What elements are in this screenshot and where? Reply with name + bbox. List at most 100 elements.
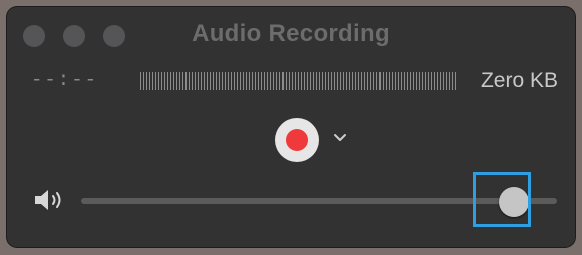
level-meter-tick (294, 72, 296, 90)
level-meter-tick (437, 72, 439, 90)
level-meter-tick (140, 72, 142, 90)
level-meter-tick (449, 72, 451, 90)
level-meter-tick (406, 72, 408, 90)
level-meter-tick (173, 72, 175, 90)
level-meter-tick (358, 72, 360, 90)
level-meter-tick (385, 72, 387, 90)
level-meter-tick (379, 72, 381, 90)
record-button[interactable] (275, 118, 319, 162)
level-meter-tick (361, 72, 363, 90)
level-meter-tick (440, 72, 442, 90)
level-meter-tick (443, 72, 445, 90)
level-meter-tick (364, 72, 366, 90)
level-meter-tick (170, 72, 172, 90)
level-meter-tick (191, 72, 193, 90)
level-meter-tick (203, 72, 205, 90)
level-meter-tick (337, 72, 339, 90)
level-meter-tick (212, 72, 214, 90)
level-meter-tick (388, 72, 390, 90)
level-meter-tick (373, 72, 375, 90)
level-meter-tick (355, 72, 357, 90)
level-meter-tick (324, 72, 326, 90)
level-meter-tick (309, 72, 311, 90)
speaker-icon (35, 190, 61, 210)
level-meter-tick (343, 72, 345, 90)
level-meter-tick (276, 72, 278, 90)
level-meter-tick (179, 72, 181, 90)
level-meter-tick (273, 72, 275, 90)
level-meter-tick (288, 72, 290, 90)
highlight-box (473, 172, 531, 227)
audio-recording-window: Audio Recording --:-- Zero KB (7, 7, 575, 247)
level-meter-tick (382, 72, 384, 90)
level-meter-tick (215, 72, 217, 90)
level-meter-tick (285, 72, 287, 90)
level-meter-tick (152, 72, 154, 90)
level-meter-tick (321, 72, 323, 90)
level-meter-tick (431, 72, 433, 90)
level-meter-tick (267, 72, 269, 90)
level-meter-tick (185, 72, 187, 90)
level-meter-tick (327, 72, 329, 90)
level-meter-tick (434, 72, 436, 90)
elapsed-time: --:-- (31, 69, 99, 91)
level-meter-tick (167, 72, 169, 90)
level-meter-tick (143, 72, 145, 90)
level-meter-tick (409, 72, 411, 90)
level-meter-tick (394, 72, 396, 90)
audio-level-meter (140, 72, 456, 90)
level-meter-tick (261, 72, 263, 90)
level-meter-tick (370, 72, 372, 90)
level-meter-tick (258, 72, 260, 90)
chevron-down-icon[interactable] (331, 128, 349, 146)
level-meter-tick (418, 72, 420, 90)
level-meter-tick (161, 72, 163, 90)
level-meter-tick (297, 72, 299, 90)
level-meter-tick (415, 72, 417, 90)
level-meter-tick (209, 72, 211, 90)
level-meter-tick (400, 72, 402, 90)
level-meter-tick (237, 72, 239, 90)
level-meter-tick (367, 72, 369, 90)
level-meter-tick (340, 72, 342, 90)
level-meter-tick (221, 72, 223, 90)
level-meter-tick (427, 72, 429, 90)
window-title: Audio Recording (192, 20, 390, 47)
level-meter-tick (176, 72, 178, 90)
level-meter-tick (158, 72, 160, 90)
level-meter-tick (255, 72, 257, 90)
level-meter-tick (391, 72, 393, 90)
level-meter-tick (264, 72, 266, 90)
level-meter-tick (291, 72, 293, 90)
level-meter-tick (376, 72, 378, 90)
level-meter-tick (300, 72, 302, 90)
level-meter-tick (182, 72, 184, 90)
level-meter-tick (318, 72, 320, 90)
level-meter-tick (149, 72, 151, 90)
level-meter-tick (455, 72, 456, 90)
level-meter-tick (352, 72, 354, 90)
level-meter-tick (282, 72, 284, 90)
level-meter-tick (412, 72, 414, 90)
level-meter-tick (330, 72, 332, 90)
level-meter-tick (194, 72, 196, 90)
level-meter-tick (188, 72, 190, 90)
level-meter-tick (279, 72, 281, 90)
level-meter-tick (200, 72, 202, 90)
file-size: Zero KB (480, 69, 558, 92)
level-meter-tick (249, 72, 251, 90)
level-meter-tick (224, 72, 226, 90)
level-meter-tick (252, 72, 254, 90)
title-bar[interactable]: Audio Recording (7, 7, 575, 63)
level-meter-tick (346, 72, 348, 90)
level-meter-tick (270, 72, 272, 90)
level-meter-tick (240, 72, 242, 90)
level-meter-tick (312, 72, 314, 90)
level-meter-tick (246, 72, 248, 90)
level-meter-tick (424, 72, 426, 90)
level-meter-tick (397, 72, 399, 90)
level-meter-tick (233, 72, 235, 90)
level-meter-tick (243, 72, 245, 90)
level-meter-tick (315, 72, 317, 90)
level-meter-tick (306, 72, 308, 90)
